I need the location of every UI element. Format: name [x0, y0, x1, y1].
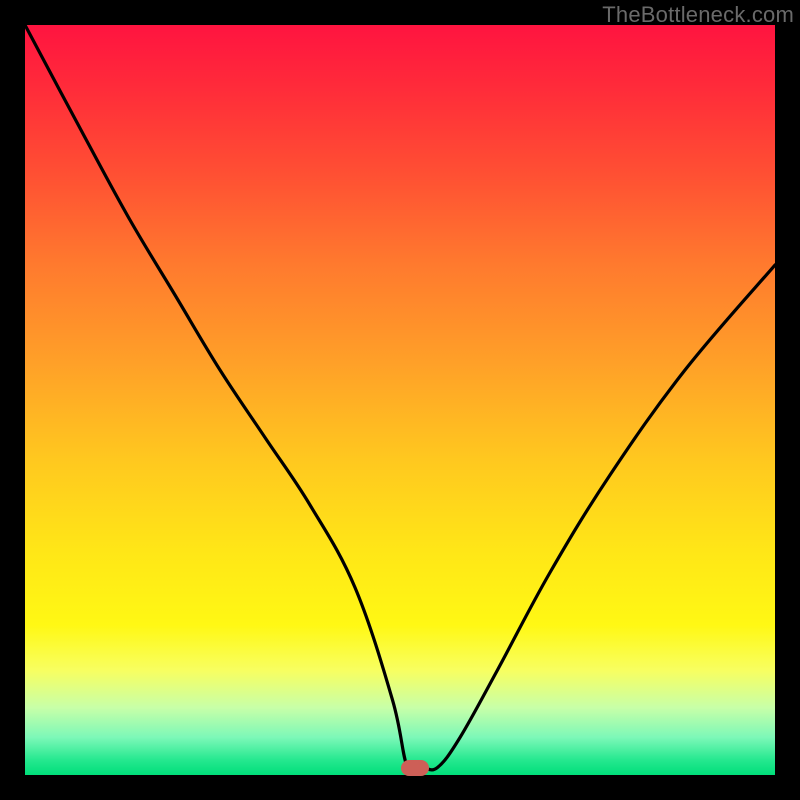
optimum-marker	[401, 760, 429, 776]
watermark-text: TheBottleneck.com	[602, 2, 794, 28]
plot-area	[25, 25, 775, 775]
chart-frame: TheBottleneck.com	[0, 0, 800, 800]
bottleneck-curve	[25, 25, 775, 775]
